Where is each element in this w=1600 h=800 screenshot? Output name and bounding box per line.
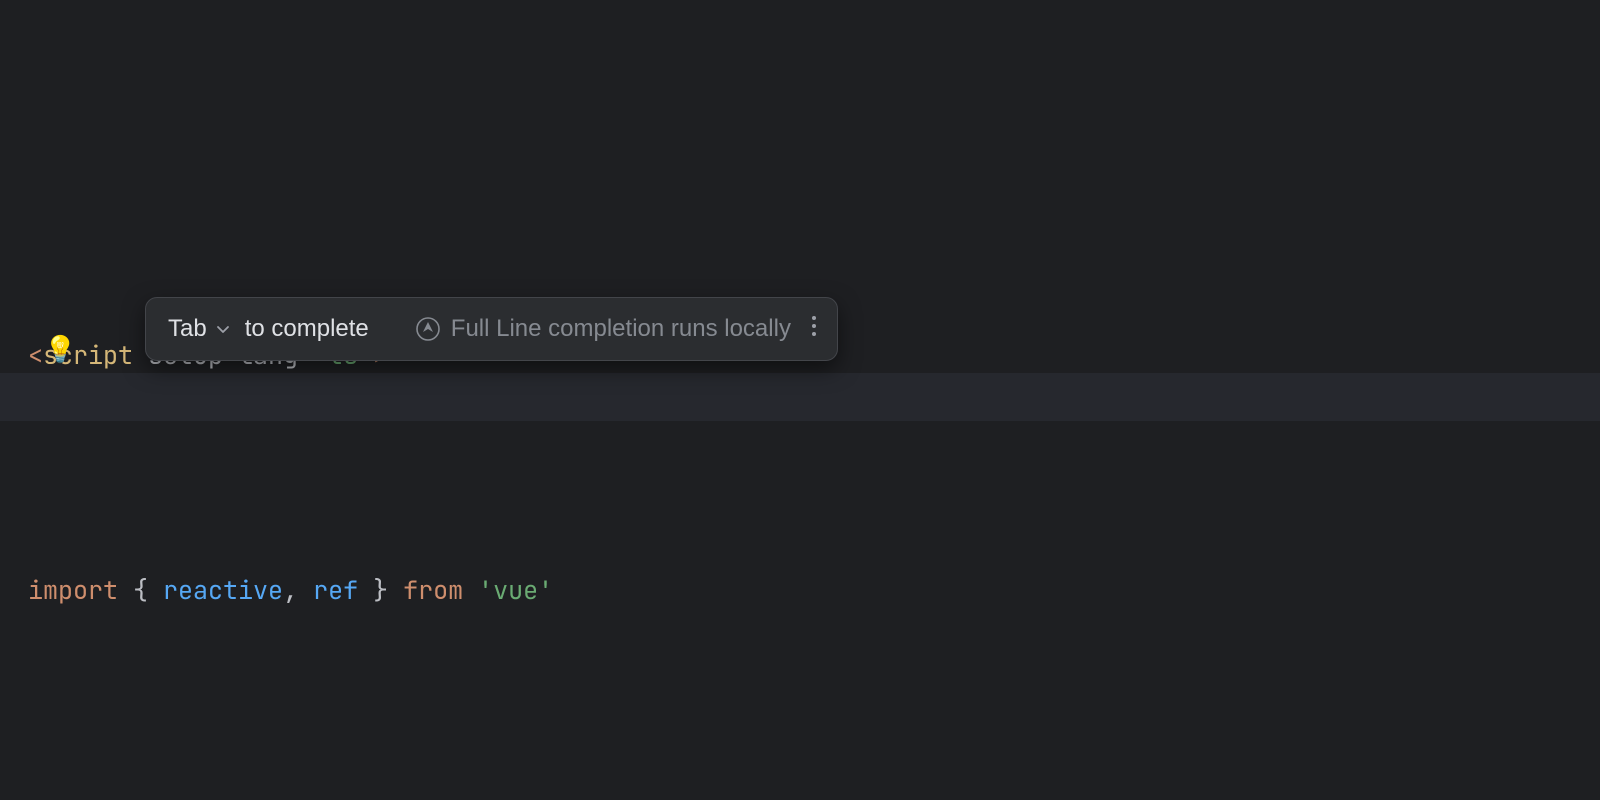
brace: { [133,573,163,607]
brace: } [358,573,403,607]
chevron-down-icon[interactable] [215,321,231,337]
more-icon[interactable] [811,315,817,344]
tag-open-bracket: < [28,338,43,372]
completion-tooltip[interactable]: Tab to complete Full Line completion run… [145,297,838,361]
keyword-from: from [403,573,478,607]
code-editor[interactable]: <script setup lang="ts"> import { reacti… [0,0,1600,800]
string-literal: 'vue' [478,573,553,607]
ai-circle-icon [415,316,441,342]
comma: , [283,573,313,607]
current-line-highlight [0,373,1600,421]
symbol-ref: ref [313,573,358,607]
keyword-import: import [28,573,133,607]
code-line[interactable]: import { reactive, ref } from 'vue' [28,567,1600,614]
tooltip-desc: to complete [245,315,369,343]
symbol-reactive: reactive [163,573,283,607]
lightbulb-icon[interactable]: 💡 [44,331,76,366]
tooltip-tab-label: Tab [168,315,207,343]
tooltip-info: Full Line completion runs locally [451,315,791,343]
